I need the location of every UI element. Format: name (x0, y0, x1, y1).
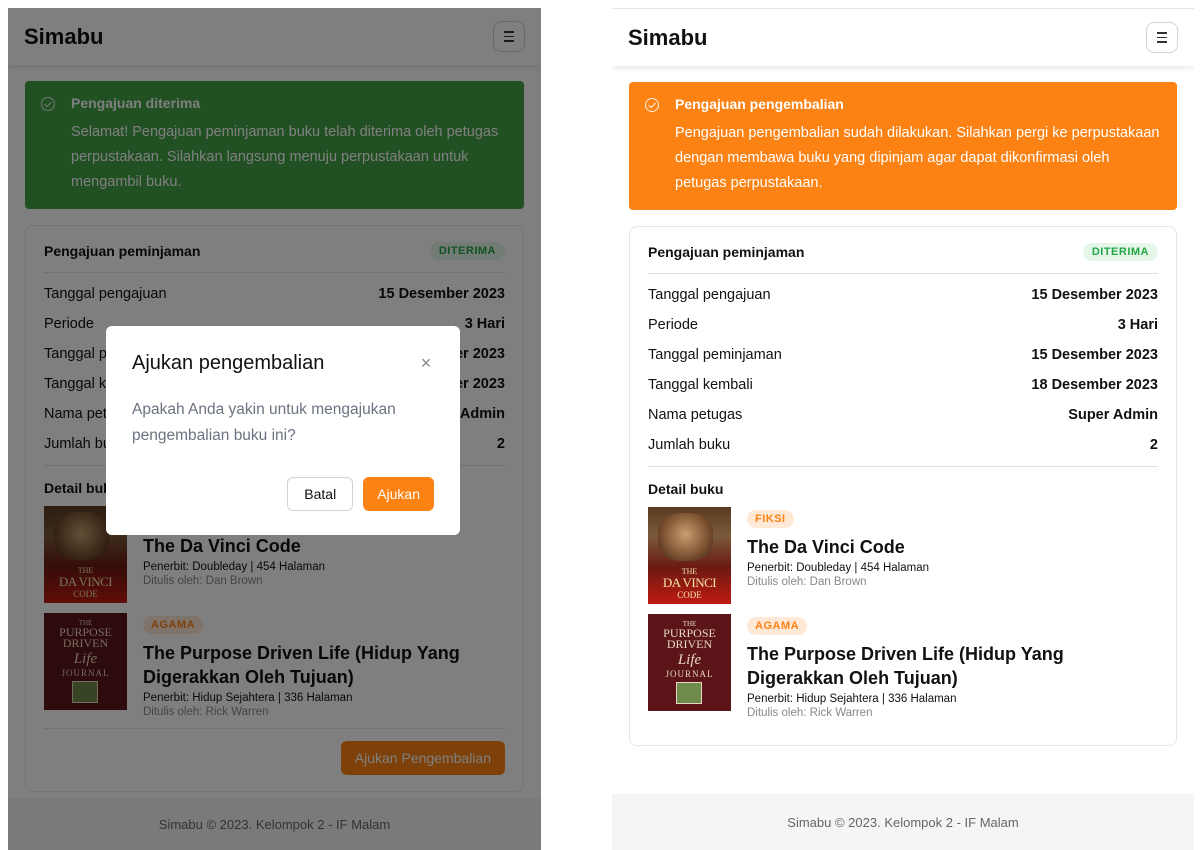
page-footer: Simabu © 2023. Kelompok 2 - IF Malam (612, 794, 1194, 850)
status-badge: DITERIMA (1082, 243, 1158, 261)
modal-header: Ajukan pengembalian × (132, 352, 434, 375)
category-badge: AGAMA (747, 617, 808, 635)
check-circle-icon (645, 98, 659, 112)
info-row: Jumlah buku 2 (648, 430, 1158, 460)
info-row: Tanggal kembali 18 Desember 2023 (648, 370, 1158, 400)
book-title: The Purpose Driven Life (Hidup Yang Dige… (747, 644, 1064, 688)
info-row: Tanggal peminjaman 15 Desember 2023 (648, 340, 1158, 370)
brand-logo[interactable]: Simabu (628, 25, 707, 51)
info-label: Tanggal peminjaman (648, 347, 782, 363)
alert-body: Pengajuan pengembalian sudah dilakukan. … (675, 125, 1160, 191)
info-row: Tanggal pengajuan 15 Desember 2023 (648, 280, 1158, 310)
cover-text: CODE (677, 590, 702, 600)
loan-card: Pengajuan peminjaman DITERIMA Tanggal pe… (629, 226, 1177, 746)
book-author: Ditulis oleh: Rick Warren (747, 707, 873, 719)
book-title: The Da Vinci Code (747, 537, 905, 557)
cover-text: PURPOSE DRIVEN (663, 626, 716, 651)
book-publisher: Penerbit: Doubleday | 454 Halaman (747, 562, 929, 574)
cover-text: JOURNAL (665, 669, 714, 679)
info-label: Jumlah buku (648, 437, 731, 453)
loan-card-header: Pengajuan peminjaman DITERIMA (648, 243, 1158, 274)
info-value: Super Admin (1068, 407, 1158, 423)
cover-art (676, 682, 702, 704)
main-content: Pengajuan pengembalian Pengajuan pengemb… (612, 66, 1194, 746)
hamburger-menu-icon[interactable] (1146, 22, 1178, 53)
cancel-button[interactable]: Batal (287, 477, 354, 511)
screen-loan-accepted-with-modal: Simabu Pengajuan diterima Selamat! Penga… (8, 8, 541, 850)
info-row: Periode 3 Hari (648, 310, 1158, 340)
alert-return-submitted: Pengajuan pengembalian Pengajuan pengemb… (629, 82, 1177, 210)
loan-card-title: Pengajuan peminjaman (648, 244, 805, 260)
book-publisher: Penerbit: Hidup Sejahtera | 336 Halaman (747, 693, 957, 705)
cover-text: DA VINCI (662, 575, 717, 590)
info-label: Tanggal pengajuan (648, 287, 771, 303)
book-cover-image: THE DA VINCI CODE (648, 507, 731, 604)
info-label: Periode (648, 317, 698, 333)
category-badge: FIKSI (747, 510, 794, 528)
return-confirm-modal: Ajukan pengembalian × Apakah Anda yakin … (106, 326, 460, 535)
close-icon[interactable]: × (418, 353, 434, 374)
book-info: FIKSI The Da Vinci Code Penerbit: Double… (747, 507, 929, 604)
book-item: THE DA VINCI CODE FIKSI The Da Vinci Cod… (648, 507, 1158, 604)
screen-return-submitted: Simabu Pengajuan pengembalian Pengajuan … (612, 8, 1194, 850)
app-container: Simabu Pengajuan pengembalian Pengajuan … (612, 9, 1194, 850)
cover-art (658, 513, 713, 561)
info-label: Nama petugas (648, 407, 743, 423)
book-item: THE PURPOSE DRIVEN Life JOURNAL AGAMA Th… (648, 614, 1158, 719)
info-value: 15 Desember 2023 (1031, 347, 1158, 363)
book-author: Ditulis oleh: Dan Brown (747, 576, 867, 588)
alert-title: Pengajuan pengembalian (675, 96, 844, 112)
confirm-button[interactable]: Ajukan (363, 477, 434, 511)
info-label: Tanggal kembali (648, 377, 753, 393)
detail-title: Detail buku (648, 481, 724, 497)
book-info: AGAMA The Purpose Driven Life (Hidup Yan… (747, 614, 1158, 719)
info-value: 3 Hari (1117, 317, 1158, 333)
modal-body: Apakah Anda yakin untuk mengajukan penge… (132, 401, 396, 444)
modal-actions: Batal Ajukan (287, 477, 434, 511)
navbar: Simabu (612, 9, 1194, 66)
cover-text: Life (677, 652, 702, 668)
info-value: 2 (1149, 437, 1158, 453)
info-value: 15 Desember 2023 (1031, 287, 1158, 303)
modal-title: Ajukan pengembalian (132, 352, 325, 374)
info-value: 18 Desember 2023 (1031, 377, 1158, 393)
loan-info-list: Tanggal pengajuan 15 Desember 2023 Period… (648, 274, 1158, 467)
app-container: Simabu Pengajuan diterima Selamat! Penga… (8, 8, 541, 850)
info-row: Nama petugas Super Admin (648, 400, 1158, 430)
book-cover-image: THE PURPOSE DRIVEN Life JOURNAL (648, 614, 731, 711)
